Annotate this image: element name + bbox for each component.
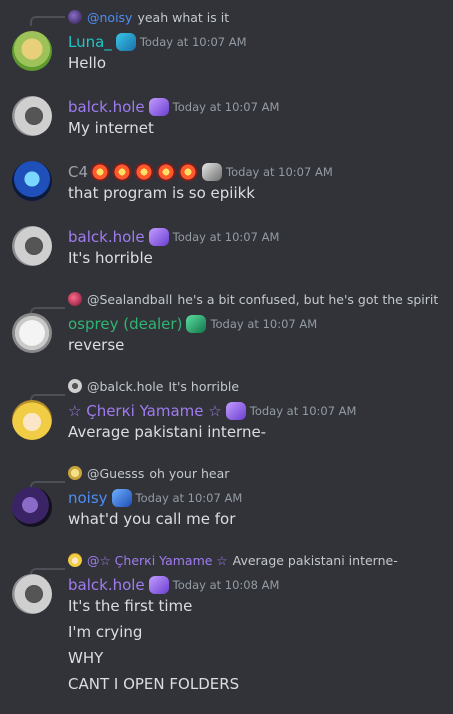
message-content: Average pakistani interne- — [68, 423, 267, 441]
role-icon — [148, 576, 169, 594]
reply-text: he's a bit confused, but he's got the sp… — [177, 291, 439, 307]
message-header: balck.hole Today at 10:08 AM — [68, 574, 279, 596]
reply-preview[interactable]: @balck.hole It's horrible — [68, 377, 239, 395]
username[interactable]: osprey (dealer) — [68, 315, 182, 333]
reply-spine — [30, 16, 65, 26]
reply-avatar — [68, 466, 82, 480]
timestamp: Today at 10:08 AM — [172, 578, 280, 592]
chat-message-list: @noisy yeah what is it Luna_ Today at 10… — [0, 0, 453, 714]
avatar[interactable] — [12, 487, 52, 527]
timestamp: Today at 10:07 AM — [210, 317, 318, 331]
message-content: It's horrible — [68, 249, 153, 267]
reply-text: Average pakistani interne- — [232, 552, 398, 568]
reply-avatar — [68, 292, 82, 306]
avatar[interactable] — [12, 161, 52, 201]
avatar[interactable] — [12, 226, 52, 266]
message-content: that program is so epiikk — [68, 184, 255, 202]
timestamp: Today at 10:07 AM — [172, 230, 280, 244]
reply-username[interactable]: @Sealandball — [87, 292, 172, 307]
username[interactable]: C4 — [68, 163, 88, 181]
role-icon — [111, 489, 132, 507]
role-icon — [148, 98, 169, 116]
reply-username[interactable]: @☆ Çherкі Yamame ☆ — [87, 553, 228, 568]
collision-emoji-icon — [134, 163, 155, 181]
reply-username[interactable]: @balck.hole — [87, 379, 163, 394]
message-header: balck.hole Today at 10:07 AM — [68, 226, 279, 248]
timestamp: Today at 10:07 AM — [135, 491, 243, 505]
role-icon — [202, 163, 223, 181]
reply-avatar — [68, 10, 82, 24]
avatar[interactable] — [12, 31, 52, 71]
message-header: Luna_ Today at 10:07 AM — [68, 31, 247, 53]
reply-preview[interactable]: @Sealandball he's a bit confused, but he… — [68, 290, 438, 308]
role-icon — [115, 33, 136, 51]
avatar[interactable] — [12, 96, 52, 136]
collision-emoji-icon — [90, 163, 111, 181]
collision-emoji-icon — [178, 163, 199, 181]
reply-text: yeah what is it — [137, 9, 230, 25]
message-content: I'm crying — [68, 623, 143, 641]
message-header: noisy Today at 10:07 AM — [68, 487, 242, 509]
reply-preview[interactable]: @noisy yeah what is it — [68, 8, 229, 26]
reply-text: It's horrible — [168, 378, 240, 394]
reply-text: oh your hear — [149, 465, 230, 481]
timestamp: Today at 10:07 AM — [139, 35, 247, 49]
avatar[interactable] — [12, 400, 52, 440]
reply-preview[interactable]: @Guesss oh your hear — [68, 464, 229, 482]
message-content: It's the first time — [68, 597, 193, 615]
role-icon — [225, 402, 246, 420]
message-content: what'd you call me for — [68, 510, 236, 528]
username[interactable]: balck.hole — [68, 228, 145, 246]
message-content: Hello — [68, 54, 107, 72]
reply-avatar — [68, 379, 82, 393]
message-content: My internet — [68, 119, 154, 137]
message-content: reverse — [68, 336, 125, 354]
username[interactable]: noisy — [68, 489, 108, 507]
reply-username[interactable]: @noisy — [87, 10, 132, 25]
message-content: WHY — [68, 649, 104, 667]
avatar[interactable] — [12, 574, 52, 614]
message-header: osprey (dealer) Today at 10:07 AM — [68, 313, 317, 335]
collision-emoji-icon — [156, 163, 177, 181]
username[interactable]: Luna_ — [68, 33, 112, 51]
reply-avatar — [68, 553, 82, 567]
collision-emoji-icon — [112, 163, 133, 181]
username[interactable]: balck.hole — [68, 98, 145, 116]
message-header: ☆ Çherкі Yamame ☆ Today at 10:07 AM — [68, 400, 356, 422]
role-icon — [148, 228, 169, 246]
timestamp: Today at 10:07 AM — [172, 100, 280, 114]
reply-username[interactable]: @Guesss — [87, 466, 144, 481]
username[interactable]: ☆ Çherкі Yamame ☆ — [68, 402, 222, 420]
timestamp: Today at 10:07 AM — [249, 404, 357, 418]
message-header: balck.hole Today at 10:07 AM — [68, 96, 279, 118]
reply-preview[interactable]: @☆ Çherкі Yamame ☆ Average pakistani int… — [68, 551, 398, 569]
avatar[interactable] — [12, 313, 52, 353]
message-header: C4 Today at 10:07 AM — [68, 161, 333, 183]
message-content: CANT I OPEN FOLDERS — [68, 675, 240, 693]
username[interactable]: balck.hole — [68, 576, 145, 594]
role-icon — [186, 315, 207, 333]
timestamp: Today at 10:07 AM — [226, 165, 333, 179]
